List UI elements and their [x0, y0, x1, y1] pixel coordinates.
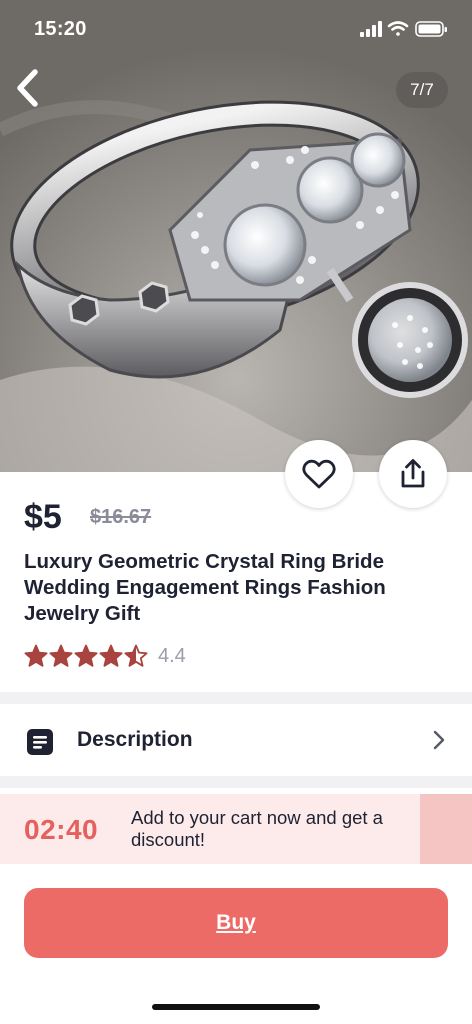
original-price: $16.67 — [90, 506, 152, 528]
signal-icon — [360, 21, 382, 37]
star-icon — [24, 644, 48, 667]
share-button[interactable] — [379, 440, 447, 508]
current-price: $5 — [24, 498, 62, 536]
home-indicator — [152, 1004, 320, 1010]
section-divider — [0, 776, 472, 788]
product-title: Luxury Geometric Crystal Ring Bride Wedd… — [24, 550, 386, 625]
star-icon — [74, 644, 98, 667]
status-time: 15:20 — [34, 18, 87, 40]
section-divider — [0, 692, 472, 704]
wifi-icon — [387, 21, 409, 36]
star-icon — [99, 644, 123, 667]
product-photo — [0, 0, 472, 472]
chevron-left-icon — [17, 69, 38, 107]
star-icon — [124, 644, 148, 667]
status-icons — [360, 19, 450, 44]
rating-value: 4.4 — [158, 644, 186, 667]
rating-stars — [24, 644, 148, 668]
chevron-right-icon — [433, 730, 445, 750]
discount-message: Add to your cart now and get a discount! — [131, 807, 383, 850]
status-bar: 15:20 — [0, 0, 472, 60]
document-icon — [27, 729, 53, 755]
discount-banner: 02:40 Add to your cart now and get a dis… — [0, 794, 472, 864]
star-icon — [49, 644, 73, 667]
description-row[interactable]: Description — [0, 704, 472, 776]
heart-icon — [302, 459, 336, 489]
back-button[interactable] — [10, 66, 46, 110]
image-counter: 7/7 — [396, 72, 448, 108]
favorite-button[interactable] — [285, 440, 353, 508]
banner-side-block — [420, 794, 472, 864]
product-image-gallery[interactable]: 15:20 7/7 — [0, 0, 472, 472]
description-label: Description — [77, 728, 193, 751]
battery-icon — [415, 21, 447, 37]
share-icon — [401, 459, 425, 488]
product-rating: 4.4 — [24, 642, 186, 670]
buy-button[interactable]: Buy — [24, 888, 448, 958]
countdown-timer: 02:40 — [24, 814, 99, 845]
